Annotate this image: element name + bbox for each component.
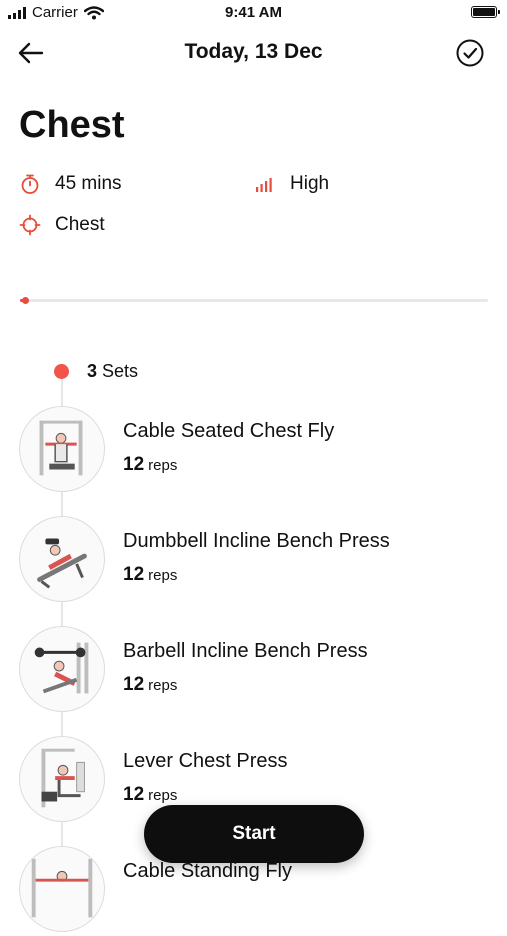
intensity-bars-icon [256, 178, 272, 192]
intensity-row: High [254, 173, 329, 195]
exercise-reps: 12 reps [123, 784, 177, 806]
target-value: Chest [55, 214, 105, 235]
reps-count: 12 [123, 454, 145, 475]
crosshair-icon [19, 214, 41, 236]
battery-icon [471, 6, 500, 18]
exercise-image [19, 406, 105, 492]
exercise-reps: 12 reps [123, 674, 177, 696]
status-bar: Carrier 9:41 AM [0, 0, 507, 26]
exercise-item[interactable]: Cable Seated Chest Fly 12 reps [19, 406, 489, 496]
exercise-image [19, 846, 105, 932]
reps-count: 12 [123, 564, 145, 585]
sets-count: 3 [87, 361, 98, 381]
exercise-reps: 12 reps [123, 564, 177, 586]
reps-unit: reps [148, 677, 178, 694]
start-button[interactable]: Start [144, 805, 364, 863]
exercise-name: Cable Standing Fly [123, 860, 292, 882]
exercise-name: Barbell Incline Bench Press [123, 640, 368, 662]
sets-label: 3 Sets [87, 361, 138, 382]
exercise-item[interactable]: Barbell Incline Bench Press 12 reps [19, 626, 489, 716]
workout-progress-bar [20, 297, 488, 304]
page-title: Chest [19, 104, 125, 146]
reps-unit: reps [148, 787, 178, 804]
exercise-image [19, 626, 105, 712]
reps-unit: reps [148, 567, 178, 584]
exercise-reps [123, 894, 127, 916]
reps-unit: reps [148, 457, 178, 474]
duration-value: 45 mins [55, 173, 122, 194]
status-time: 9:41 AM [225, 4, 282, 21]
sets-text: Sets [102, 361, 139, 381]
stopwatch-icon [21, 174, 39, 194]
exercise-reps: 12 reps [123, 454, 177, 476]
exercise-name: Dumbbell Incline Bench Press [123, 530, 390, 552]
exercise-image [19, 736, 105, 822]
check-circle-icon[interactable] [455, 38, 485, 68]
target-row: Chest [19, 214, 105, 236]
nav-bar: Today, 13 Dec [0, 30, 507, 76]
reps-count: 12 [123, 784, 145, 805]
progress-marker [21, 297, 29, 304]
intensity-value: High [290, 173, 330, 194]
duration-row: 45 mins [19, 173, 122, 195]
exercise-image [19, 516, 105, 602]
exercise-item[interactable]: Dumbbell Incline Bench Press 12 reps [19, 516, 489, 606]
nav-title: Today, 13 Dec [184, 40, 323, 63]
exercise-name: Cable Seated Chest Fly [123, 420, 335, 442]
sets-marker [54, 364, 69, 379]
reps-count: 12 [123, 674, 145, 695]
exercise-name: Lever Chest Press [123, 750, 288, 772]
